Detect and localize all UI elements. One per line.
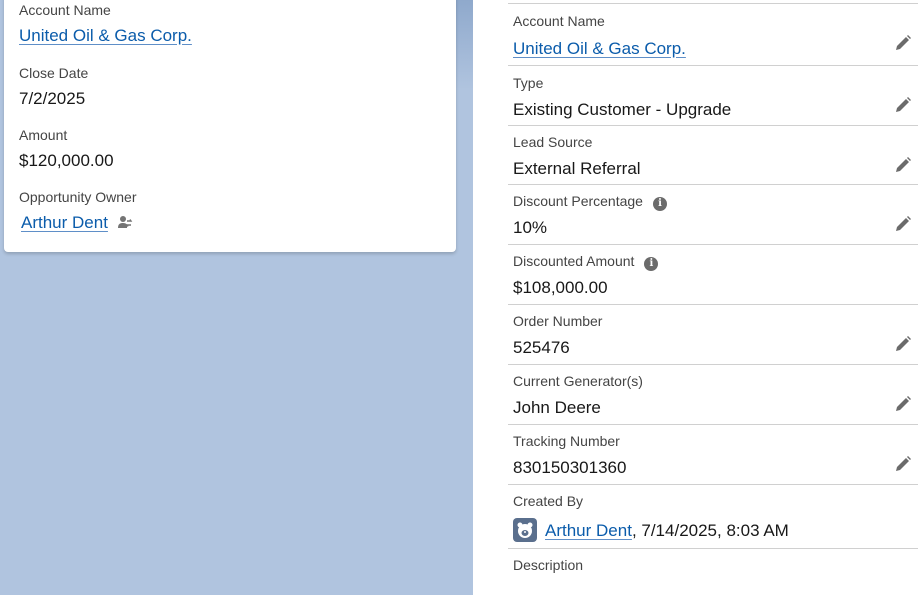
created-by-user-link[interactable]: Arthur Dent [545, 521, 632, 540]
summary-owner: Opportunity Owner Arthur Dent [19, 189, 137, 234]
field-label: Type [513, 75, 544, 91]
summary-account-name-label: Account Name [19, 2, 111, 18]
change-owner-icon[interactable] [117, 214, 133, 230]
field-value: John Deere [513, 398, 601, 417]
field-tracking-number: Tracking Number 830150301360 [508, 425, 918, 485]
field-lead-source: Lead Source External Referral [508, 126, 918, 185]
field-value: 830150301360 [513, 458, 627, 477]
field-discounted-amount: Discounted Amount i $108,000.00 [508, 245, 918, 305]
field-value: External Referral [513, 159, 641, 178]
pencil-icon[interactable] [894, 156, 912, 174]
summary-close-date-value: 7/2/2025 [19, 89, 86, 108]
field-label: Created By [513, 493, 584, 509]
summary-amount-value: $120,000.00 [19, 151, 114, 170]
field-label: Current Generator(s) [513, 373, 643, 389]
pencil-icon[interactable] [894, 455, 912, 473]
summary-account-name-link[interactable]: United Oil & Gas Corp. [19, 26, 192, 45]
background-decoration [456, 0, 473, 90]
details-panel: Account Name United Oil & Gas Corp. Type… [473, 0, 921, 595]
field-value: Existing Customer - Upgrade [513, 100, 732, 119]
summary-amount-label: Amount [19, 127, 68, 143]
field-label: Account Name [513, 13, 605, 29]
info-icon[interactable]: i [644, 257, 659, 271]
field-label: Lead Source [513, 134, 593, 150]
pencil-icon[interactable] [894, 395, 912, 413]
pencil-icon[interactable] [894, 335, 912, 353]
account-name-link[interactable]: United Oil & Gas Corp. [513, 39, 686, 58]
summary-close-date: Close Date 7/2/2025 [19, 65, 88, 110]
summary-account-name: Account Name United Oil & Gas Corp. [19, 2, 192, 47]
field-order-number: Order Number 525476 [508, 305, 918, 365]
field-label: Discounted Amount [513, 253, 635, 269]
field-account-name: Account Name United Oil & Gas Corp. [508, 4, 918, 66]
field-label: Order Number [513, 313, 603, 329]
summary-amount: Amount $120,000.00 [19, 127, 114, 172]
field-discount-percentage: Discount Percentage i 10% [508, 185, 918, 245]
summary-close-date-label: Close Date [19, 65, 89, 81]
info-icon[interactable]: i [652, 197, 667, 211]
field-label: Tracking Number [513, 433, 620, 449]
field-label: Description [513, 557, 584, 573]
user-avatar-icon[interactable] [513, 518, 537, 542]
field-description: Description [508, 549, 918, 595]
field-type: Type Existing Customer - Upgrade [508, 66, 918, 126]
created-by-timestamp: , 7/14/2025, 8:03 AM [631, 521, 789, 540]
pencil-icon[interactable] [894, 34, 912, 52]
summary-owner-label: Opportunity Owner [19, 189, 137, 205]
field-value: 10% [513, 218, 548, 237]
summary-owner-link[interactable]: Arthur Dent [21, 213, 108, 232]
field-label: Discount Percentage [513, 193, 643, 209]
field-created-by: Created By Arthur Dent, 7/14/2025, 8:03 … [508, 485, 918, 549]
field-value: $108,000.00 [513, 278, 608, 297]
pencil-icon[interactable] [894, 96, 912, 114]
field-current-generators: Current Generator(s) John Deere [508, 365, 918, 425]
field-value: 525476 [513, 338, 570, 357]
highlights-card: Account Name United Oil & Gas Corp. Clos… [4, 0, 456, 252]
pencil-icon[interactable] [894, 215, 912, 233]
